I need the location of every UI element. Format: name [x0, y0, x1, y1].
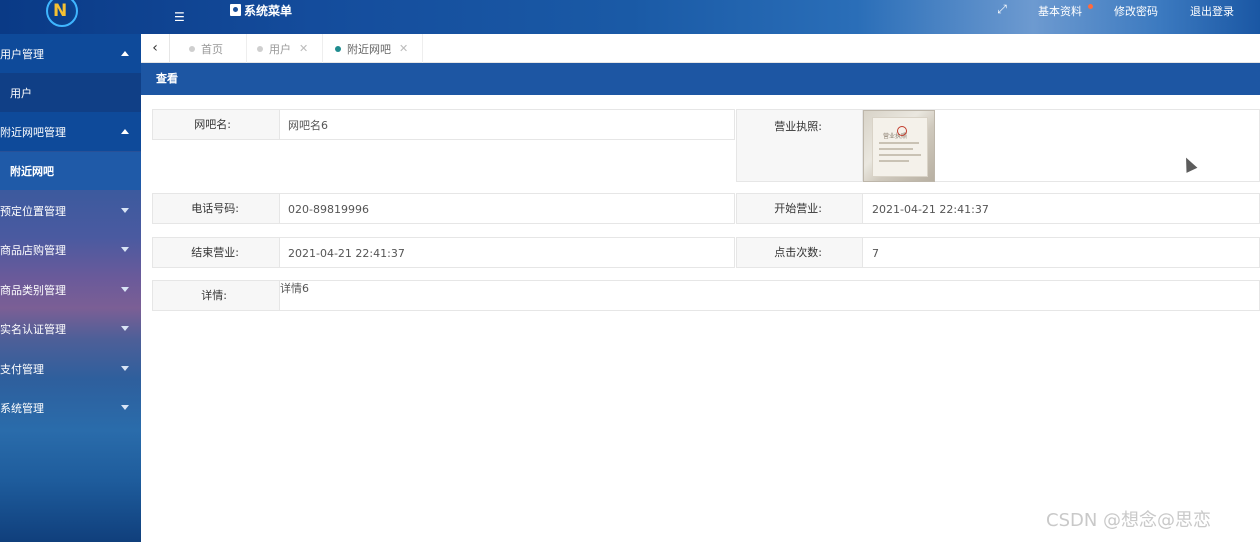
tab-nearby-netcafe[interactable]: 附近网吧 ✕ [323, 34, 423, 63]
sidebar-group-payment[interactable]: 支付管理 [0, 349, 141, 388]
sidebar-group-netcafe-management[interactable]: 附近网吧管理 [0, 112, 141, 151]
field-netcafe-name: 网吧名: 网吧名6 [152, 109, 735, 140]
field-label: 详情: [153, 281, 280, 310]
tab-bar: ‹ 首页 用户 ✕ 附近网吧 ✕ [141, 34, 1260, 63]
tab-label: 首页 [201, 42, 223, 56]
sidebar-group-realname-auth[interactable]: 实名认证管理 [0, 309, 141, 348]
field-start-time: 开始营业: 2021-04-21 22:41:37 [736, 193, 1260, 224]
tab-label: 用户 [269, 42, 291, 56]
tab-dot-icon [257, 45, 263, 52]
license-line [879, 142, 919, 144]
chevron-left-icon[interactable]: ‹ [141, 34, 170, 63]
sidebar-group-reservation[interactable]: 预定位置管理 [0, 191, 141, 230]
sidebar-group-system[interactable]: 系统管理 [0, 388, 141, 427]
system-menu-label: 系统菜单 [244, 3, 293, 18]
system-menu[interactable]: 系统菜单 [230, 2, 292, 18]
license-doc: 营业执照 [872, 117, 928, 177]
license-line [879, 160, 909, 162]
tab-user[interactable]: 用户 ✕ [247, 34, 323, 63]
sidebar-group-label: 系统管理 [0, 401, 44, 415]
sidebar-group-label: 支付管理 [0, 362, 44, 376]
chevron-down-icon [121, 207, 129, 213]
tab-home[interactable]: 首页 [177, 34, 247, 63]
netcafe-name-value: 网吧名6 [288, 119, 328, 132]
field-label: 电话号码: [153, 194, 280, 223]
sidebar-item-nearby-netcafe[interactable]: 附近网吧 [0, 152, 141, 190]
license-line [879, 154, 921, 156]
chevron-up-icon [121, 128, 129, 134]
field-label: 营业执照: [737, 110, 863, 181]
sidebar-group-label: 预定位置管理 [0, 204, 66, 218]
sidebar: 用户管理 用户 附近网吧管理 附近网吧 预定位置管理 商品店购管理 商品类别管理… [0, 34, 141, 542]
field-detail: 详情: 详情6 [152, 280, 1260, 311]
basic-info-link[interactable]: 基本资料 [1038, 3, 1082, 19]
sidebar-group-label: 实名认证管理 [0, 322, 66, 336]
sidebar-group-label: 用户管理 [0, 47, 44, 61]
fullscreen-icon[interactable]: ⤢ [995, 2, 1009, 16]
license-line [879, 148, 913, 150]
logo-mark-icon: N [53, 1, 68, 21]
chevron-up-icon [121, 50, 129, 56]
menu-toggle-icon[interactable]: ☰ [174, 10, 188, 24]
sidebar-item-label: 用户 [10, 86, 32, 100]
detail-value: 详情6 [280, 282, 309, 295]
panel-title: 查看 [141, 63, 1260, 95]
business-license-image[interactable]: 营业执照 [863, 110, 935, 182]
app-logo: N [46, 0, 78, 27]
logout-link[interactable]: 退出登录 [1190, 3, 1234, 19]
seal-icon [897, 126, 907, 136]
chevron-down-icon [121, 365, 129, 371]
sidebar-item-label: 附近网吧 [10, 165, 54, 178]
field-end-time: 结束营业: 2021-04-21 22:41:37 [152, 237, 735, 268]
sidebar-item-user[interactable]: 用户 [0, 73, 141, 112]
sidebar-group-product-category[interactable]: 商品类别管理 [0, 270, 141, 309]
csdn-watermark: CSDN @想念@思恋 [1046, 510, 1212, 531]
start-time-value: 2021-04-21 22:41:37 [872, 203, 989, 216]
close-icon[interactable]: ✕ [299, 42, 308, 55]
field-label: 结束营业: [153, 238, 280, 267]
sidebar-group-label: 商品类别管理 [0, 283, 66, 297]
change-password-link[interactable]: 修改密码 [1114, 3, 1158, 19]
phone-value: 020-89819996 [288, 203, 369, 216]
sidebar-group-label: 附近网吧管理 [0, 125, 66, 139]
field-label: 网吧名: [153, 110, 280, 139]
chevron-down-icon [121, 286, 129, 292]
chevron-down-icon [121, 325, 129, 331]
field-phone: 电话号码: 020-89819996 [152, 193, 735, 224]
close-icon[interactable]: ✕ [399, 42, 408, 55]
field-business-license: 营业执照: 营业执照 [736, 109, 1260, 182]
field-label: 开始营业: [737, 194, 863, 223]
field-click-count: 点击次数: 7 [736, 237, 1260, 268]
chevron-down-icon [121, 246, 129, 252]
tab-label: 附近网吧 [347, 42, 391, 56]
chevron-down-icon [121, 404, 129, 410]
notification-dot [1088, 4, 1093, 9]
sidebar-group-product-store[interactable]: 商品店购管理 [0, 230, 141, 269]
tab-dot-icon [189, 45, 195, 52]
top-header: N ☰ 系统菜单 ⤢ 基本资料 修改密码 退出登录 [0, 0, 1260, 34]
click-count-value: 7 [872, 247, 879, 260]
tab-dot-icon [335, 45, 341, 52]
field-label: 点击次数: [737, 238, 863, 267]
sidebar-group-label: 商品店购管理 [0, 243, 66, 257]
end-time-value: 2021-04-21 22:41:37 [288, 247, 405, 260]
menu-doc-icon [230, 4, 241, 16]
sidebar-group-user-management[interactable]: 用户管理 [0, 34, 141, 73]
